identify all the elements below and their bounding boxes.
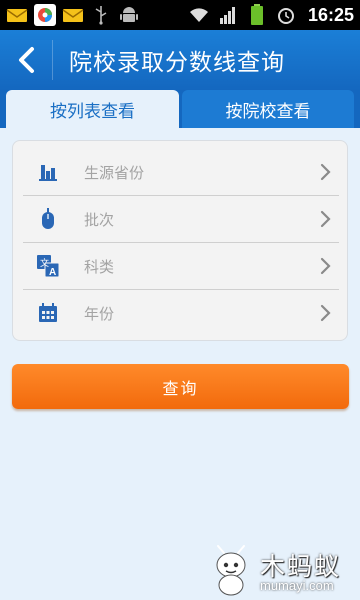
chevron-right-icon	[320, 210, 331, 228]
svg-text:A: A	[49, 267, 56, 277]
mouse-icon	[36, 207, 60, 231]
back-button[interactable]	[0, 30, 52, 90]
batch-label: 批次	[84, 210, 115, 229]
chevron-right-icon	[320, 257, 331, 275]
ant-logo-icon	[216, 545, 246, 596]
query-form-card: 生源省份 批次 文A 科类 年份	[12, 140, 348, 341]
tab-by-list[interactable]: 按列表查看	[6, 90, 179, 128]
watermark-site: mumayi.com	[260, 578, 334, 593]
tab-by-school[interactable]: 按院校查看	[182, 90, 354, 128]
usb-icon	[90, 4, 112, 26]
app-header: 院校录取分数线查询	[0, 30, 360, 90]
subject-label: 科类	[84, 257, 115, 276]
battery-icon	[246, 4, 268, 26]
status-time: 16:25	[307, 4, 354, 25]
calendar-icon	[36, 301, 60, 325]
android-icon	[118, 4, 140, 26]
translate-icon: 文A	[36, 254, 60, 278]
status-bar: 16:25	[0, 0, 360, 30]
province-label: 生源省份	[84, 163, 145, 182]
tab-bar: 按列表查看 按院校查看	[0, 90, 360, 128]
watermark: 木蚂蚁 mumayi.com	[208, 545, 360, 600]
province-row[interactable]: 生源省份	[23, 149, 338, 195]
batch-row[interactable]: 批次	[23, 196, 338, 242]
year-label: 年份	[84, 304, 115, 323]
chevron-right-icon	[320, 163, 331, 181]
alarm-icon	[275, 4, 297, 26]
page-title: 院校录取分数线查询	[69, 50, 285, 76]
query-button[interactable]: 查询	[12, 364, 349, 409]
wifi-icon	[188, 4, 210, 26]
mail-icon	[6, 4, 28, 26]
svg-text:文: 文	[40, 257, 49, 269]
mail-icon	[62, 4, 84, 26]
back-arrow-icon	[19, 47, 34, 73]
app-icon	[34, 4, 56, 26]
signal-icon	[217, 4, 239, 26]
header-divider	[52, 40, 53, 80]
subject-row[interactable]: 文A 科类	[23, 243, 338, 289]
year-row[interactable]: 年份	[23, 290, 338, 336]
city-icon	[36, 160, 60, 184]
chevron-right-icon	[320, 304, 331, 322]
